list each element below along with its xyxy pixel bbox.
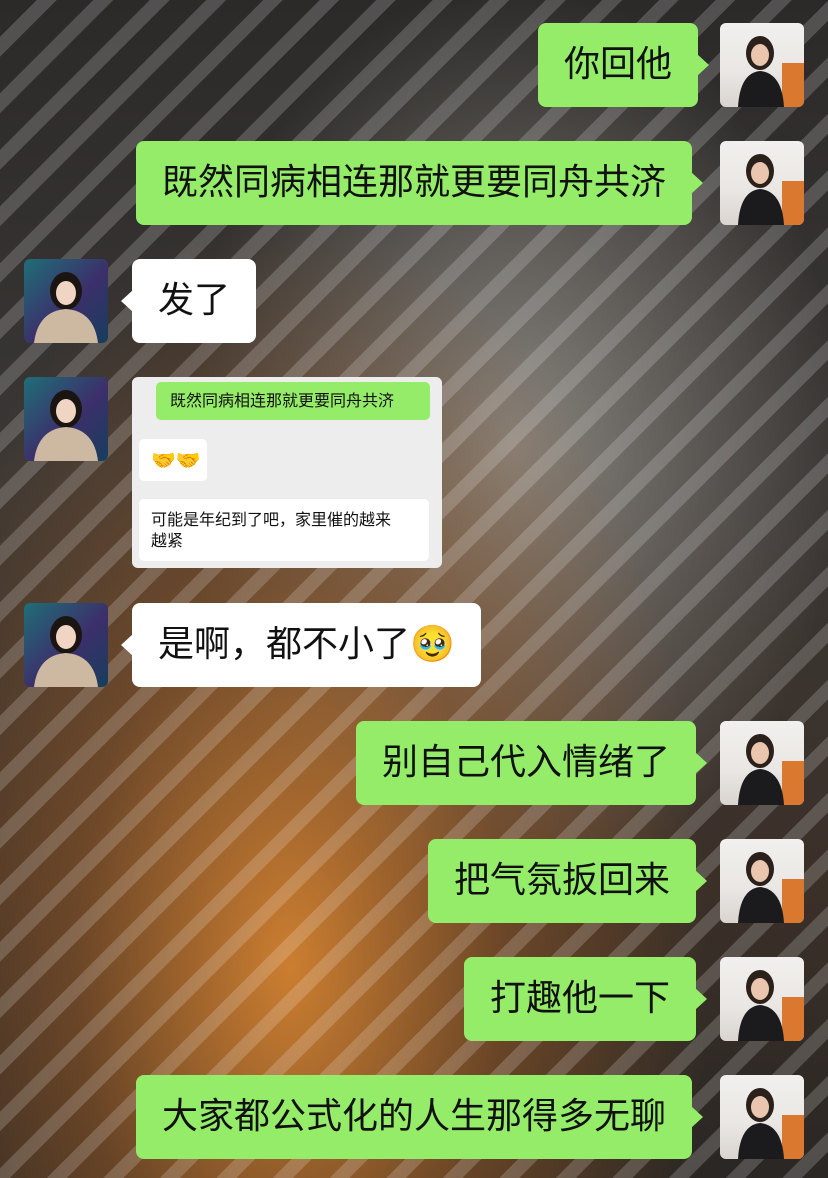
my-avatar[interactable] (720, 23, 804, 107)
screenshot-text-line: 越紧 (151, 531, 184, 550)
screenshot-text-line: 可能是年纪到了吧，家里催的越来 (151, 510, 392, 529)
avatar-portrait-icon (34, 616, 98, 687)
my-avatar[interactable] (720, 839, 804, 923)
avatar-portrait-icon (34, 390, 98, 461)
avatar-portrait-icon (738, 36, 804, 107)
avatar-portrait-icon (738, 1088, 804, 1159)
avatar-portrait-icon (738, 734, 804, 805)
chat-screenshot-image[interactable]: 既然同病相连那就更要同舟共济 🤝🤝 可能是年纪到了吧，家里催的越来 越紧 (132, 377, 442, 568)
contact-avatar[interactable] (24, 377, 108, 461)
contact-avatar[interactable] (24, 603, 108, 687)
message-bubble-sent[interactable]: 把气氛扳回来 (428, 839, 708, 923)
avatar-portrait-icon (738, 852, 804, 923)
message-bubble-sent[interactable]: 你回他 (538, 23, 710, 107)
message-bubble-received[interactable]: 是啊，都不小了🥹 (121, 603, 481, 687)
avatar-portrait-icon (34, 272, 98, 343)
my-avatar[interactable] (720, 957, 804, 1041)
contact-avatar[interactable] (24, 259, 108, 343)
message-bubble-sent[interactable]: 既然同病相连那就更要同舟共济 (136, 141, 704, 225)
message-bubble-received[interactable]: 发了 (120, 259, 257, 343)
message-bubble-sent[interactable]: 别自己代入情绪了 (356, 721, 708, 805)
screenshot-sent-bubble: 既然同病相连那就更要同舟共济 (156, 382, 430, 420)
screenshot-emoji-bubble: 🤝🤝 (139, 439, 207, 481)
message-bubble-sent[interactable]: 打趣他一下 (464, 957, 708, 1041)
avatar-portrait-icon (738, 970, 804, 1041)
screenshot-text-bubble: 可能是年纪到了吧，家里催的越来 越紧 (139, 499, 429, 561)
my-avatar[interactable] (720, 141, 804, 225)
message-bubble-sent[interactable]: 大家都公式化的人生那得多无聊 (136, 1075, 704, 1159)
my-avatar[interactable] (720, 1075, 804, 1159)
avatar-portrait-icon (738, 154, 804, 225)
my-avatar[interactable] (720, 721, 804, 805)
